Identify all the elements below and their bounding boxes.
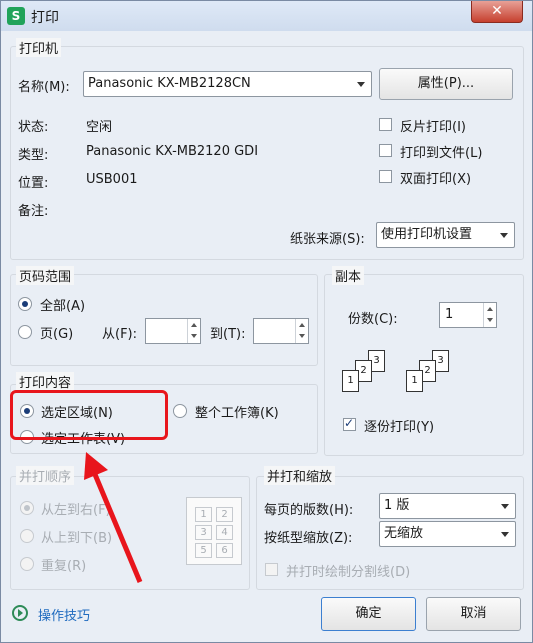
- properties-button[interactable]: 属性(P)...: [379, 68, 513, 100]
- status-label: 状态:: [18, 120, 49, 135]
- spin-down-icon[interactable]: [187, 331, 200, 343]
- from-label: 从(F):: [102, 327, 138, 342]
- draw-separators-checkbox[interactable]: [265, 563, 278, 576]
- page-range-pages-radio[interactable]: [18, 325, 32, 339]
- page-range-all-label: 全部(A): [40, 299, 86, 314]
- printer-name-value: Panasonic KX-MB2128CN: [88, 76, 251, 91]
- grid-cell: 1: [195, 507, 212, 522]
- grid-cell: 6: [216, 543, 233, 558]
- copies-group-label: 副本: [332, 266, 365, 285]
- spin-down-icon[interactable]: [295, 331, 308, 343]
- scale-select[interactable]: 无缩放: [379, 521, 516, 547]
- play-tips-icon[interactable]: [12, 605, 28, 621]
- print-content-group-label: 打印内容: [16, 372, 75, 391]
- printer-name-label: 名称(M):: [18, 80, 70, 95]
- grid-cell: 2: [216, 507, 233, 522]
- pages-per-sheet-value: 1 版: [384, 498, 410, 513]
- annotation-highlight-box: [10, 390, 168, 440]
- left-to-right-radio[interactable]: [20, 501, 34, 515]
- scale-value: 无缩放: [384, 526, 424, 541]
- collate-pages-icon: 3 2 1 3 2 1: [342, 350, 452, 395]
- chevron-down-icon: [500, 233, 508, 238]
- repeat-radio[interactable]: [20, 557, 34, 571]
- spin-down-icon[interactable]: [483, 315, 496, 327]
- title-bar: S 打印 ✕: [1, 1, 532, 31]
- pages-per-sheet-select[interactable]: 1 版: [379, 493, 516, 519]
- copies-count-input[interactable]: 1: [439, 302, 497, 328]
- to-label: 到(T):: [210, 327, 246, 342]
- grid-cell: 4: [216, 525, 233, 540]
- page-range-pages-label: 页(G): [40, 327, 74, 342]
- wps-app-icon: S: [7, 7, 25, 25]
- chevron-down-icon: [357, 82, 365, 87]
- copies-count-value: 1: [445, 307, 454, 322]
- grid-cell: 5: [195, 543, 212, 558]
- collate-order-preview: 1 2 3 4 5 6: [186, 497, 242, 565]
- spin-up-icon[interactable]: [187, 319, 200, 331]
- tips-link[interactable]: 操作技巧: [38, 605, 90, 624]
- print-to-file-label: 打印到文件(L): [400, 146, 483, 161]
- comment-label: 备注:: [18, 204, 49, 219]
- spin-up-icon[interactable]: [483, 303, 496, 315]
- grid-cell: 3: [195, 525, 212, 540]
- printer-group-label: 打印机: [16, 38, 62, 57]
- location-value: USB001: [86, 172, 138, 187]
- from-page-input[interactable]: [145, 318, 201, 344]
- ok-button[interactable]: 确定: [321, 597, 416, 631]
- chevron-down-icon: [501, 532, 509, 537]
- location-label: 位置:: [18, 176, 49, 191]
- reverse-print-checkbox[interactable]: [379, 118, 392, 131]
- to-page-input[interactable]: [253, 318, 309, 344]
- draw-separators-label: 并打时绘制分割线(D): [286, 565, 411, 580]
- reverse-print-label: 反片打印(I): [400, 120, 466, 135]
- collate-order-group-label: 并打顺序: [16, 466, 75, 485]
- duplex-label: 双面打印(X): [400, 172, 472, 187]
- type-value: Panasonic KX-MB2120 GDI: [86, 144, 259, 159]
- scale-label: 按纸型缩放(Z):: [264, 531, 353, 546]
- paper-source-label: 纸张来源(S):: [290, 232, 365, 247]
- whole-workbook-radio[interactable]: [173, 404, 187, 418]
- whole-workbook-label: 整个工作簿(K): [195, 406, 279, 421]
- printer-name-select[interactable]: Panasonic KX-MB2128CN: [83, 71, 372, 97]
- spin-up-icon[interactable]: [295, 319, 308, 331]
- duplex-checkbox[interactable]: [379, 170, 392, 183]
- page-range-group-label: 页码范围: [16, 266, 75, 285]
- cancel-button[interactable]: 取消: [426, 597, 521, 631]
- pages-per-sheet-label: 每页的版数(H):: [264, 503, 354, 518]
- type-label: 类型:: [18, 148, 49, 163]
- collate-checkbox[interactable]: [343, 416, 356, 431]
- top-to-bottom-radio[interactable]: [20, 529, 34, 543]
- zoom-group-label: 并打和缩放: [264, 466, 336, 485]
- annotation-arrow-icon: [84, 452, 143, 583]
- window-title: 打印: [31, 10, 59, 26]
- paper-source-select[interactable]: 使用打印机设置: [376, 222, 515, 248]
- copies-count-label: 份数(C):: [348, 312, 398, 327]
- paper-source-value: 使用打印机设置: [381, 227, 473, 242]
- print-to-file-checkbox[interactable]: [379, 144, 392, 157]
- chevron-down-icon: [501, 504, 509, 509]
- close-button[interactable]: ✕: [471, 1, 523, 23]
- collate-label: 逐份打印(Y): [364, 420, 435, 435]
- status-value: 空闲: [86, 120, 113, 135]
- page-range-all-radio[interactable]: [18, 297, 32, 311]
- close-icon: ✕: [491, 3, 503, 19]
